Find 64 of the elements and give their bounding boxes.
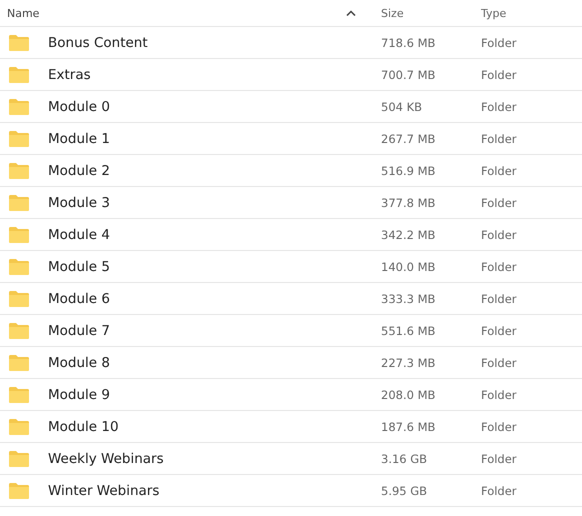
file-size: 377.8 MB xyxy=(380,196,436,210)
folder-name[interactable]: Module 8 xyxy=(48,354,110,370)
folder-name[interactable]: Extras xyxy=(48,66,91,82)
folder-name[interactable]: Module 0 xyxy=(48,98,110,114)
file-size: 718.6 MB xyxy=(380,36,436,50)
folder-icon xyxy=(9,162,29,178)
folder-icon xyxy=(9,322,29,338)
sort-up-icon[interactable] xyxy=(346,10,356,16)
folder-name[interactable]: Winter Webinars xyxy=(48,482,160,498)
file-type: Folder xyxy=(480,228,518,242)
column-header[interactable]: Name xyxy=(0,6,40,20)
file-type: Folder xyxy=(480,164,518,178)
file-size: 342.2 MB xyxy=(380,228,436,242)
folder-name[interactable]: Module 9 xyxy=(48,386,110,402)
file-type: Folder xyxy=(480,452,518,466)
folder-name[interactable]: Module 4 xyxy=(48,226,110,242)
file-type: Folder xyxy=(480,324,518,338)
column-header[interactable]: Type xyxy=(474,6,506,20)
file-type: Folder xyxy=(480,292,518,306)
folder-icon xyxy=(9,34,29,50)
file-size: 504 KB xyxy=(380,100,424,114)
file-type: Folder xyxy=(480,132,518,146)
folder-name[interactable]: Module 2 xyxy=(48,162,110,178)
file-size: 5.95 GB xyxy=(380,484,428,498)
folder-icon xyxy=(9,386,29,402)
file-size: 551.6 MB xyxy=(380,324,436,338)
file-type: Folder xyxy=(480,388,518,402)
folder-name[interactable]: Bonus Content xyxy=(48,34,148,50)
folder-icon xyxy=(9,354,29,370)
folder-name[interactable]: Weekly Webinars xyxy=(48,450,164,466)
file-size: 267.7 MB xyxy=(380,132,436,146)
file-size: 516.9 MB xyxy=(380,164,436,178)
file-type: Folder xyxy=(480,36,518,50)
folder-icon xyxy=(9,226,29,242)
folder-name[interactable]: Module 7 xyxy=(48,322,110,338)
folder-icon xyxy=(9,98,29,114)
folder-icon xyxy=(9,450,29,466)
folder-name[interactable]: Module 5 xyxy=(48,258,110,274)
folder-icon xyxy=(9,66,29,82)
folder-name[interactable]: Module 10 xyxy=(48,418,119,434)
folder-icon xyxy=(9,130,29,146)
file-type: Folder xyxy=(480,196,518,210)
file-size: 333.3 MB xyxy=(380,292,436,306)
column-header[interactable]: Size xyxy=(374,6,404,20)
file-size: 3.16 GB xyxy=(380,452,428,466)
folder-name[interactable]: Module 6 xyxy=(48,290,110,306)
file-type: Folder xyxy=(480,68,518,82)
file-type: Folder xyxy=(480,484,518,498)
file-type: Folder xyxy=(480,260,518,274)
folder-icon xyxy=(9,258,29,274)
file-size: 227.3 MB xyxy=(380,356,436,370)
file-size: 140.0 MB xyxy=(380,260,436,274)
file-type: Folder xyxy=(480,100,518,114)
folder-name[interactable]: Module 1 xyxy=(48,130,110,146)
folder-icon xyxy=(9,482,29,498)
file-type: Folder xyxy=(480,420,518,434)
folder-name[interactable]: Module 3 xyxy=(48,194,110,210)
file-size: 700.7 MB xyxy=(380,68,436,82)
folder-icon xyxy=(9,290,29,306)
folder-icon xyxy=(9,194,29,210)
file-size: 187.6 MB xyxy=(380,420,436,434)
folder-icon xyxy=(9,418,29,434)
file-size: 208.0 MB xyxy=(380,388,436,402)
file-type: Folder xyxy=(480,356,518,370)
